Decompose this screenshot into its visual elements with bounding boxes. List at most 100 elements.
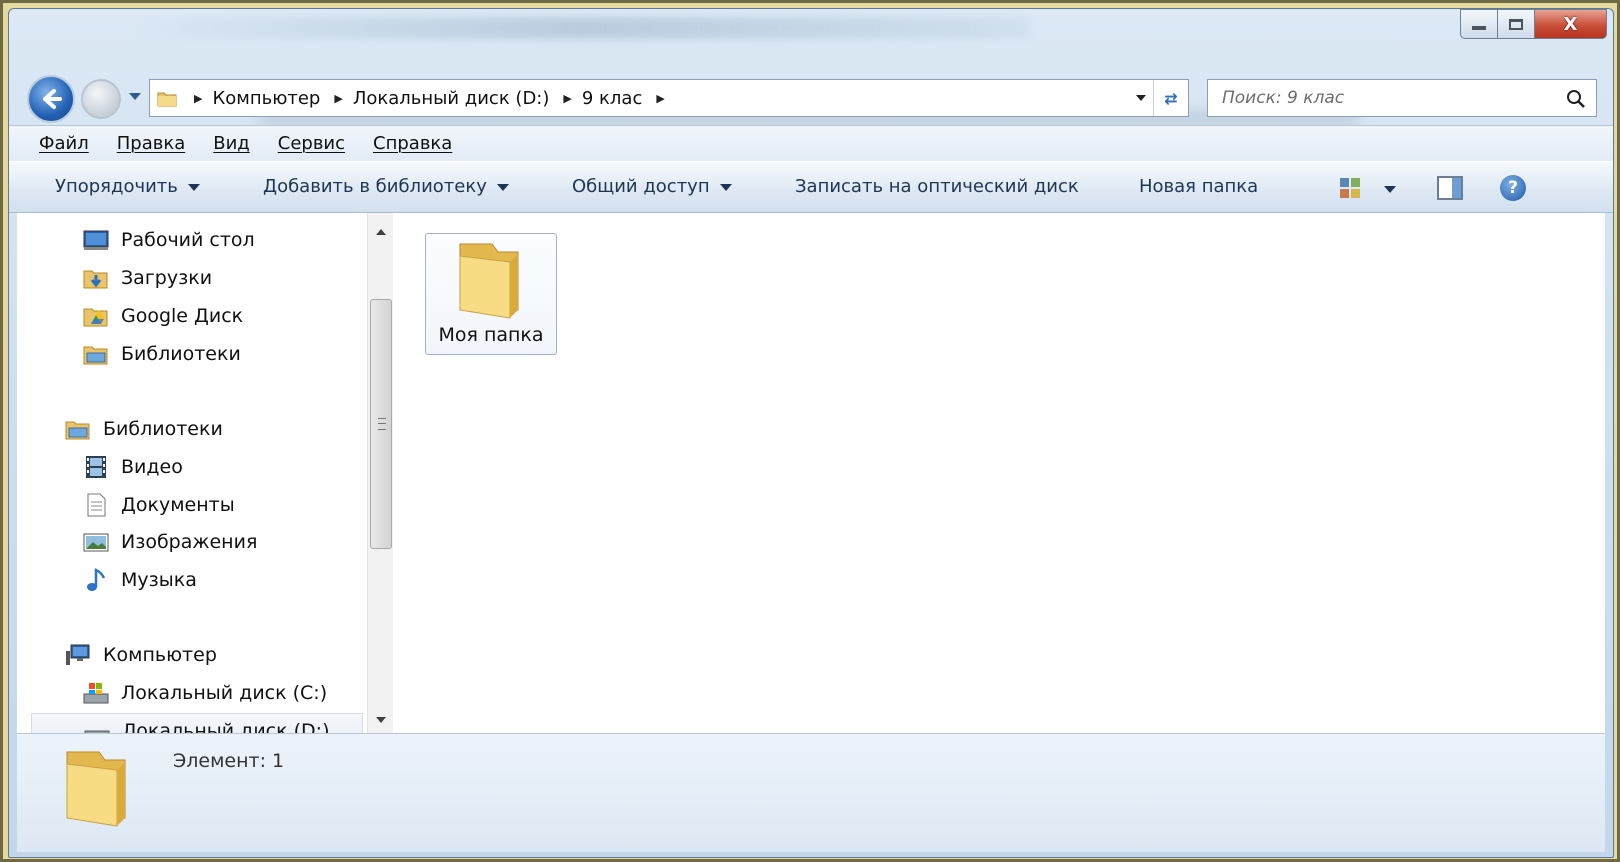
new-folder-button[interactable]: Новая папка — [1139, 176, 1258, 197]
music-icon — [87, 568, 106, 591]
downloads-folder-icon — [83, 270, 108, 289]
file-list: Моя папка — [393, 213, 1605, 733]
breadcrumb-separator-icon[interactable]: ▶ — [656, 92, 664, 105]
menu-help[interactable]: Справка — [373, 133, 452, 154]
explorer-window: X ▶ Компьютер ▶ Локальный диск (D:) ▶ 9 … — [8, 8, 1614, 858]
breadcrumb-separator-icon[interactable]: ▶ — [194, 92, 202, 105]
add-to-library-button[interactable]: Добавить в библиотеку — [263, 176, 509, 197]
nav-item-label: Google Диск — [121, 305, 244, 327]
forward-button[interactable] — [81, 79, 121, 119]
navigation-pane: Рабочий стол Загрузки Google Диск Библио… — [17, 213, 367, 749]
nav-item-libraries-fav[interactable]: Библиотеки — [83, 336, 241, 372]
back-arrow-icon — [43, 89, 62, 109]
nav-item-label: Видео — [121, 456, 183, 478]
nav-item-drive-c[interactable]: Локальный диск (C:) — [83, 675, 327, 711]
file-name: Моя папка — [438, 324, 544, 346]
maximize-icon — [1509, 18, 1523, 30]
refresh-button[interactable]: ⇄ — [1153, 80, 1188, 116]
nav-item-music[interactable]: Музыка — [83, 562, 197, 598]
google-drive-icon — [83, 308, 108, 327]
computer-icon — [66, 644, 90, 665]
libraries-icon — [65, 421, 90, 440]
pictures-icon — [83, 533, 109, 552]
burn-label: Записать на оптический диск — [795, 176, 1079, 197]
nav-item-label: Локальный диск (C:) — [121, 682, 328, 704]
nav-item-video[interactable]: Видео — [83, 449, 183, 485]
nav-item-label: Загрузки — [121, 267, 213, 289]
menu-file[interactable]: Файл — [39, 133, 89, 154]
share-button[interactable]: Общий доступ — [572, 176, 732, 197]
nav-item-google-drive[interactable]: Google Диск — [83, 298, 243, 334]
grip-icon — [378, 418, 386, 430]
nav-item-label: Библиотеки — [121, 343, 241, 365]
recent-pages-dropdown[interactable] — [129, 93, 141, 100]
new-folder-label: Новая папка — [1139, 176, 1259, 197]
search-icon[interactable] — [1566, 89, 1586, 109]
nav-item-desktop[interactable]: Рабочий стол — [83, 222, 255, 258]
address-dropdown-icon[interactable] — [1136, 95, 1146, 101]
caption-buttons: X — [1460, 9, 1607, 39]
command-bar: Упорядочить Добавить в библиотеку Общий … — [9, 161, 1613, 213]
breadcrumb-separator-icon[interactable]: ▶ — [334, 92, 342, 105]
menu-tools[interactable]: Сервис — [278, 133, 345, 154]
nav-item-downloads[interactable]: Загрузки — [83, 260, 212, 296]
scroll-up-icon[interactable] — [376, 229, 386, 235]
breadcrumb-computer[interactable]: Компьютер — [212, 88, 320, 109]
item-count: Элемент: 1 — [173, 750, 285, 772]
nav-group-computer[interactable]: Компьютер — [65, 637, 217, 673]
view-options-icon[interactable] — [1339, 177, 1361, 199]
close-icon: X — [1563, 13, 1578, 35]
nav-item-pictures[interactable]: Изображения — [83, 524, 257, 560]
content-area: Рабочий стол Загрузки Google Диск Библио… — [17, 213, 1605, 749]
scroll-down-icon[interactable] — [376, 717, 386, 723]
documents-icon — [87, 493, 106, 517]
search-box — [1207, 79, 1597, 117]
nav-item-label: Изображения — [121, 531, 258, 553]
details-pane: Элемент: 1 — [17, 733, 1605, 852]
nav-item-label: Рабочий стол — [121, 229, 255, 251]
breadcrumb-drive-d[interactable]: Локальный диск (D:) — [353, 88, 550, 109]
menu-view[interactable]: Вид — [213, 133, 250, 154]
nav-item-label: Документы — [121, 494, 235, 516]
organize-label: Упорядочить — [55, 176, 178, 197]
libraries-icon — [83, 346, 108, 365]
back-button[interactable] — [27, 75, 75, 123]
breadcrumb-current-folder[interactable]: 9 клас — [582, 88, 642, 109]
navigation-bar: ▶ Компьютер ▶ Локальный диск (D:) ▶ 9 кл… — [9, 65, 1613, 123]
video-icon — [86, 456, 106, 478]
nav-group-label: Библиотеки — [103, 418, 223, 440]
refresh-icon: ⇄ — [1164, 88, 1178, 108]
folder-icon — [459, 243, 519, 319]
burn-button[interactable]: Записать на оптический диск — [795, 176, 1079, 197]
menu-bar: Файл Правка Вид Сервис Справка — [9, 125, 1613, 161]
maximize-button[interactable] — [1498, 9, 1535, 39]
close-button[interactable]: X — [1535, 9, 1607, 39]
organize-button[interactable]: Упорядочить — [55, 176, 200, 197]
address-bar[interactable]: ▶ Компьютер ▶ Локальный диск (D:) ▶ 9 кл… — [149, 79, 1189, 117]
chevron-down-icon — [719, 183, 732, 191]
folder-icon — [157, 92, 177, 107]
navigation-scrollbar[interactable] — [367, 213, 394, 733]
system-drive-icon — [83, 683, 109, 704]
desktop-icon — [83, 230, 109, 250]
nav-group-label: Компьютер — [103, 644, 217, 666]
breadcrumb-separator-icon[interactable]: ▶ — [563, 92, 571, 105]
nav-item-documents[interactable]: Документы — [83, 487, 235, 523]
chevron-down-icon — [496, 183, 509, 191]
search-input[interactable] — [1220, 80, 1544, 116]
share-label: Общий доступ — [572, 176, 710, 197]
help-icon[interactable]: ? — [1500, 175, 1526, 201]
folder-icon — [66, 751, 126, 827]
add-to-library-label: Добавить в библиотеку — [263, 176, 487, 197]
menu-edit[interactable]: Правка — [117, 133, 186, 154]
preview-pane-icon[interactable] — [1437, 176, 1463, 200]
scrollbar-thumb[interactable] — [370, 299, 392, 549]
nav-item-label: Музыка — [121, 569, 197, 591]
minimize-icon — [1472, 26, 1486, 30]
view-dropdown-icon[interactable] — [1384, 186, 1396, 193]
file-item-folder[interactable]: Моя папка — [425, 233, 557, 355]
chevron-down-icon — [187, 183, 200, 191]
nav-group-libraries[interactable]: Библиотеки — [65, 411, 223, 447]
blurred-background — [129, 17, 1029, 39]
minimize-button[interactable] — [1460, 9, 1498, 39]
